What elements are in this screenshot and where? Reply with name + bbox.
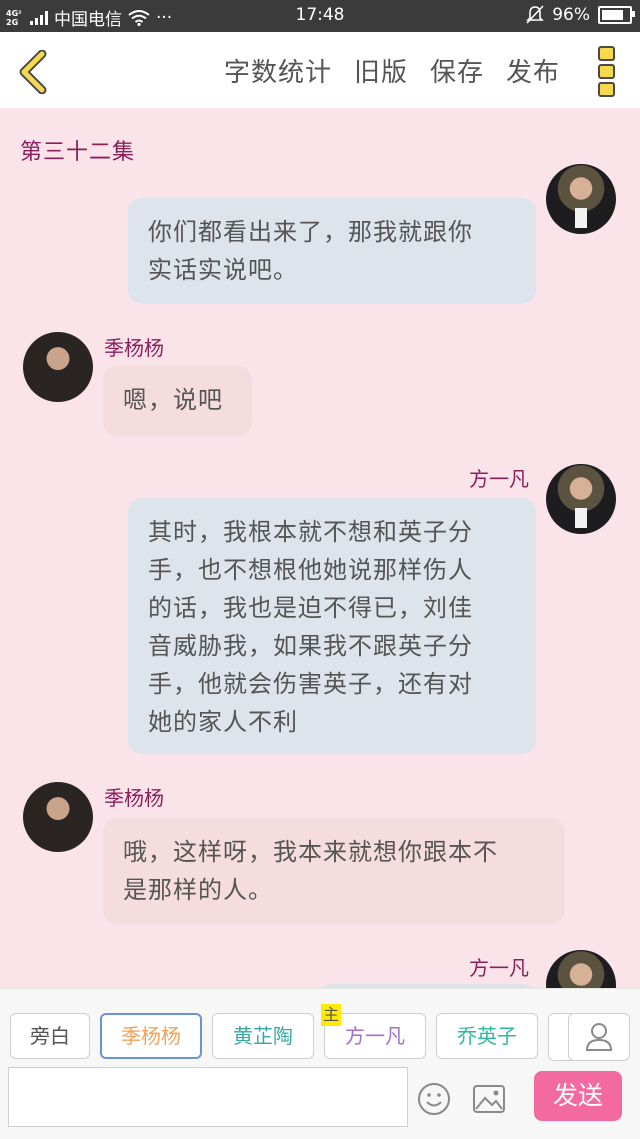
avatar[interactable] bbox=[546, 950, 616, 988]
send-button[interactable]: 发送 bbox=[534, 1071, 622, 1121]
more-menu-button[interactable] bbox=[598, 46, 616, 98]
avatar[interactable] bbox=[23, 782, 93, 852]
speaker-name: 方一凡 bbox=[469, 956, 529, 980]
save-button[interactable]: 保存 bbox=[430, 52, 484, 89]
user-role-button[interactable] bbox=[568, 1013, 630, 1061]
avatar[interactable] bbox=[23, 332, 93, 402]
top-navigation: 字数统计 旧版 保存 发布 bbox=[0, 32, 640, 108]
chat-area[interactable]: 第三十二集 你们都看出来了，那我就跟你 实话实说吧。 季杨杨 嗯，说吧 方一凡 … bbox=[0, 108, 640, 988]
chat-bubble: 你们都看出来了，那我就跟你 实话实说吧。 bbox=[128, 198, 536, 304]
role-ji-yangyang[interactable]: 季杨杨 bbox=[100, 1013, 202, 1059]
role-huang-zhitao[interactable]: 黄芷陶 bbox=[212, 1013, 314, 1059]
speaker-name: 季杨杨 bbox=[104, 336, 164, 360]
chat-bubble: 哦，这样呀，我本来就想你跟本不 是那样的人。 bbox=[103, 818, 565, 924]
avatar[interactable] bbox=[546, 164, 616, 234]
role-selector: 旁白 季杨杨 黄芷陶 主 方一凡 乔英子 bbox=[10, 1004, 590, 1061]
chat-bubble: 其时，我根本就不想和英子分 手，也不想根他她说那样伤人 的话，我也是迫不得已，刘… bbox=[128, 498, 536, 754]
battery-percent: 96% bbox=[552, 5, 590, 25]
message-input[interactable] bbox=[8, 1067, 408, 1127]
status-right: 96% bbox=[526, 5, 635, 25]
image-icon bbox=[473, 1085, 505, 1113]
emoji-button[interactable] bbox=[417, 1082, 451, 1116]
old-version-button[interactable]: 旧版 bbox=[354, 52, 408, 89]
image-button[interactable] bbox=[472, 1084, 506, 1114]
role-qiao-yingzi[interactable]: 乔英子 bbox=[436, 1013, 538, 1059]
episode-title: 第三十二集 bbox=[20, 140, 136, 165]
speaker-name: 季杨杨 bbox=[104, 786, 164, 810]
role-narrator[interactable]: 旁白 bbox=[10, 1013, 90, 1059]
compose-panel: 旁白 季杨杨 黄芷陶 主 方一凡 乔英子 发送 bbox=[0, 988, 640, 1139]
publish-button[interactable]: 发布 bbox=[506, 52, 560, 89]
avatar[interactable] bbox=[546, 464, 616, 534]
mute-bell-icon bbox=[526, 5, 545, 24]
smiley-icon bbox=[418, 1083, 450, 1115]
main-role-badge: 主 bbox=[321, 1004, 342, 1026]
back-button[interactable] bbox=[14, 49, 54, 95]
status-bar: 4G² 2G 中国电信 ··· 17:48 96% bbox=[0, 0, 640, 32]
battery-icon bbox=[598, 6, 635, 24]
chat-bubble: 嗯，说吧 bbox=[103, 366, 252, 436]
speaker-name: 方一凡 bbox=[469, 467, 529, 491]
nav-actions: 字数统计 旧版 保存 发布 bbox=[224, 52, 560, 89]
chevron-left-icon bbox=[19, 49, 47, 95]
word-count-button[interactable]: 字数统计 bbox=[224, 52, 332, 89]
role-fang-yifan[interactable]: 主 方一凡 bbox=[321, 1004, 426, 1059]
user-icon bbox=[585, 1023, 613, 1051]
